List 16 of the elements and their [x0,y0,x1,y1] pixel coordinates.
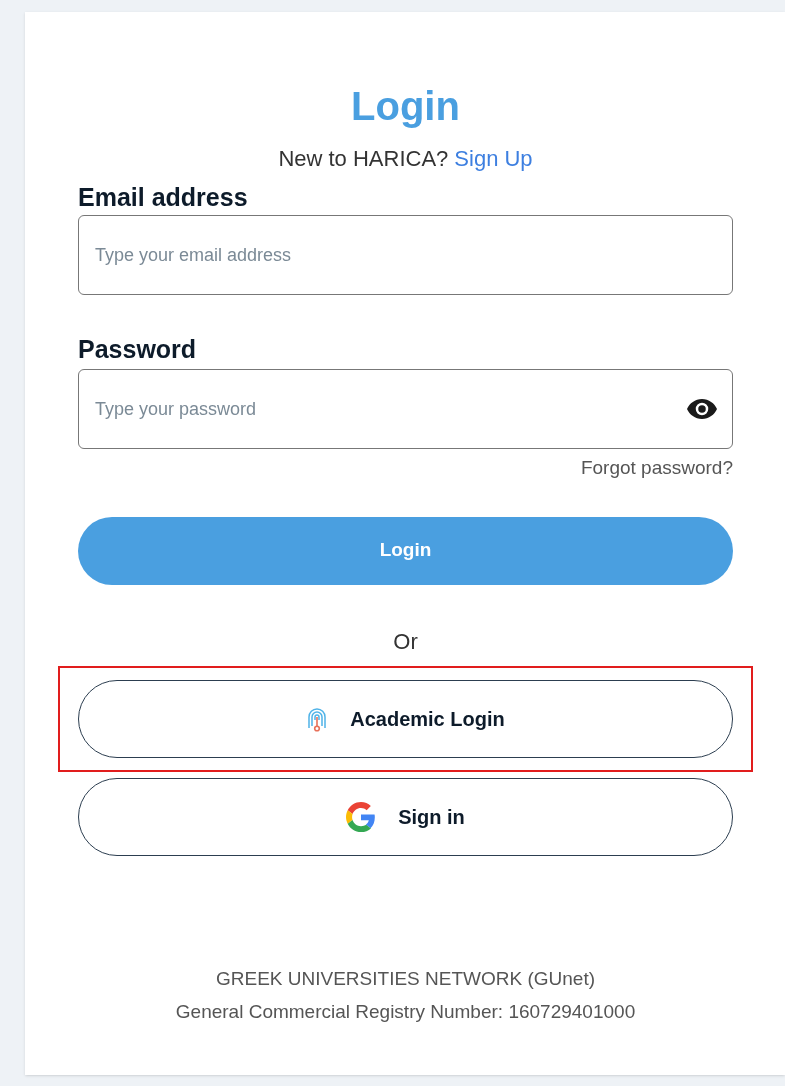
password-field[interactable]: Type your password [78,369,733,449]
page-title: Login [350,83,461,130]
forgot-password-link[interactable]: Forgot password? [580,454,733,483]
signup-link[interactable]: Sign Up [454,142,533,175]
eye-icon[interactable] [687,399,717,419]
footer-text: General Commercial Registry Number: 160729401000 [175,999,636,1024]
signup-prompt: New to HARICA? [278,145,449,173]
email-field[interactable]: Type your email address [78,215,733,295]
field-label: Password [78,334,198,365]
fingerprint-key-icon [306,705,329,732]
footer-text: GREEK UNIVERSITIES NETWORK (GUnet) [216,966,595,991]
academic-login-button[interactable]: Academic Login [78,679,733,758]
separator-text: Or [392,627,419,656]
field-label: Email address [78,182,249,213]
google-icon [346,801,377,832]
google-signin-button[interactable]: Sign in [78,777,733,856]
